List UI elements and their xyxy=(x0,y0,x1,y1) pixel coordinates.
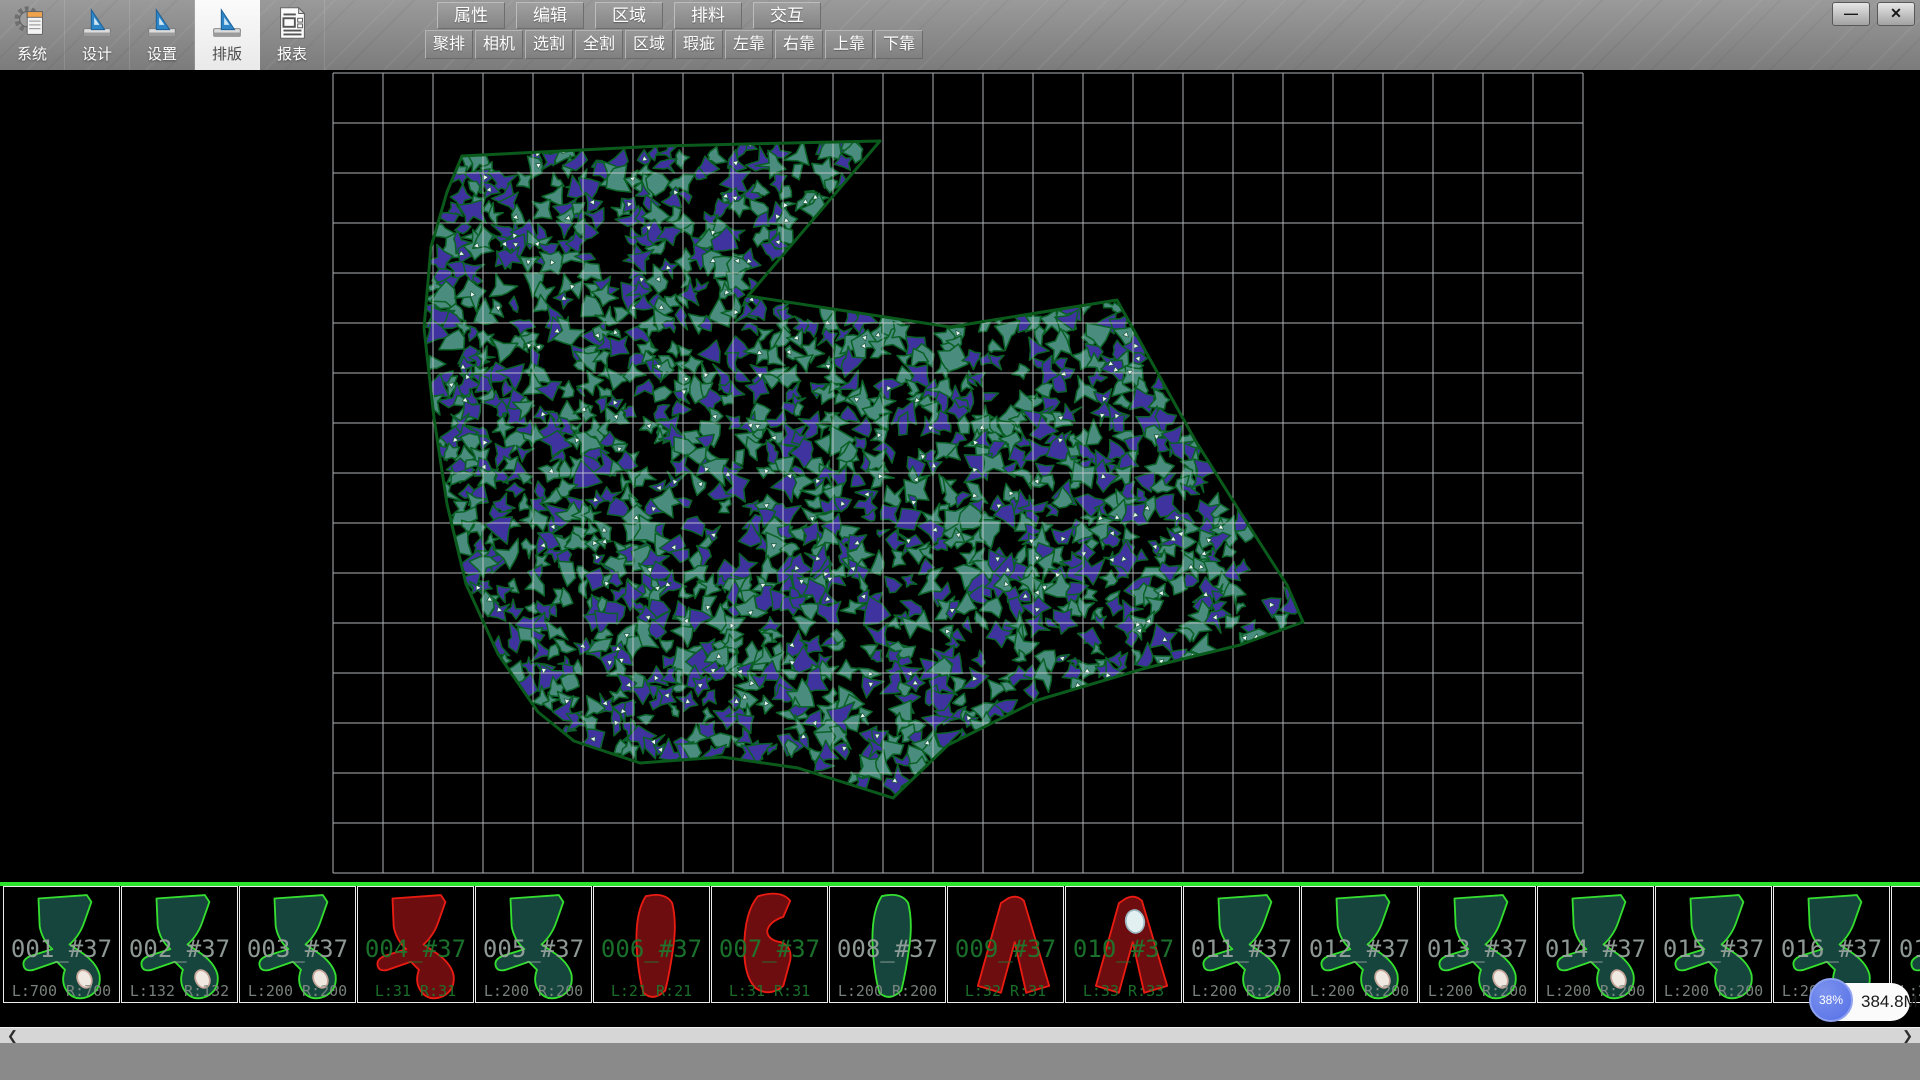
tool-button-camera[interactable]: 相机 xyxy=(475,30,523,59)
piece-thumbnail[interactable]: 005_#37 L:200 R:200 xyxy=(475,886,592,1003)
mode-button-report[interactable]: 报表 xyxy=(260,0,325,70)
piece-thumbnail[interactable]: 007_#37 L:31 R:31 xyxy=(711,886,828,1003)
piece-id: 002_#37 xyxy=(122,935,237,963)
piece-thumbnail[interactable]: 009_#37 L:32 R:31 xyxy=(947,886,1064,1003)
tool-button-select-cut[interactable]: 选割 xyxy=(525,30,573,59)
window-controls: — ✕ xyxy=(1832,2,1915,26)
mode-label-layout: 排版 xyxy=(212,43,242,64)
mode-label-system: 系统 xyxy=(17,43,47,64)
piece-lr-count: L:200 R:200 xyxy=(1302,982,1417,1000)
mode-button-settings[interactable]: 设置 xyxy=(130,0,195,70)
mode-button-design[interactable]: 设计 xyxy=(65,0,130,70)
tool-button-snap-left[interactable]: 左靠 xyxy=(725,30,773,59)
tool-button-region[interactable]: 区域 xyxy=(625,30,673,59)
piece-lr-count: L:31 R:31 xyxy=(358,982,473,1000)
piece-thumbnail[interactable]: 010_#37 L:33 R:33 xyxy=(1065,886,1182,1003)
piece-id: 001_#37 xyxy=(4,935,119,963)
menu-button-interact[interactable]: 交互 xyxy=(753,2,821,29)
tool-button-cut-all[interactable]: 全割 xyxy=(575,30,623,59)
piece-thumbnail[interactable]: 012_#37 L:200 R:200 xyxy=(1301,886,1418,1003)
piece-id: 008_#37 xyxy=(830,935,945,963)
piece-lr-count: L:200 R:200 xyxy=(1184,982,1299,1000)
piece-thumbnail[interactable]: 011_#37 L:200 R:200 xyxy=(1183,886,1300,1003)
minimize-button[interactable]: — xyxy=(1832,2,1870,26)
report-icon xyxy=(273,3,311,43)
memory-badge: 38% 384.8M xyxy=(1812,983,1910,1021)
piece-lr-count: L:32 R:31 xyxy=(948,982,1063,1000)
mode-label-report: 报表 xyxy=(277,43,307,64)
mode-button-layout[interactable]: 排版 xyxy=(195,0,260,70)
menu-button-edit[interactable]: 编辑 xyxy=(516,2,584,29)
horizontal-scrollbar[interactable]: ❮ ❯ xyxy=(0,1027,1920,1043)
piece-id: 012_#37 xyxy=(1302,935,1417,963)
piece-thumbnail[interactable]: 015_#37 L:200 R:200 xyxy=(1655,886,1772,1003)
piece-thumbnail[interactable]: 002_#37 L:132 R:132 xyxy=(121,886,238,1003)
menu-row: 属性编辑区域排料交互 xyxy=(437,2,821,29)
piece-thumbnail[interactable]: 004_#37 L:31 R:31 xyxy=(357,886,474,1003)
tool-button-snap-right[interactable]: 右靠 xyxy=(775,30,823,59)
piece-id: 007_#37 xyxy=(712,935,827,963)
piece-thumbnail[interactable]: 003_#37 L:200 R:200 xyxy=(239,886,356,1003)
piece-lr-count: L:132 R:132 xyxy=(122,982,237,1000)
piece-thumbnail[interactable]: 008_#37 L:200 R:200 xyxy=(829,886,946,1003)
piece-lr-count: L:200 R:200 xyxy=(830,982,945,1000)
piece-id: 006_#37 xyxy=(594,935,709,963)
piece-id: 003_#37 xyxy=(240,935,355,963)
piece-lr-count: L:21 R:21 xyxy=(594,982,709,1000)
piece-lr-count: L:200 R:200 xyxy=(1656,982,1771,1000)
menu-button-nesting[interactable]: 排料 xyxy=(674,2,742,29)
piece-lr-count: L:33 R:33 xyxy=(1066,982,1181,1000)
piece-lr-count: L:31 R:31 xyxy=(712,982,827,1000)
set-square-icon xyxy=(78,3,116,43)
tool-button-snap-top[interactable]: 上靠 xyxy=(825,30,873,59)
titlebar: 系统 设计 设置 排版 报表 属性编辑区域排料交互 聚排相机选割全割区域瑕疵左靠… xyxy=(0,0,1920,70)
piece-id: 014_#37 xyxy=(1538,935,1653,963)
tool-button-cluster-nest[interactable]: 聚排 xyxy=(425,30,473,59)
piece-id: 016_#37 xyxy=(1774,935,1889,963)
piece-lr-count: L:200 R:200 xyxy=(1538,982,1653,1000)
menu-button-region[interactable]: 区域 xyxy=(595,2,663,29)
mode-buttons: 系统 设计 设置 排版 报表 xyxy=(0,0,325,70)
set-square-icon xyxy=(143,3,181,43)
piece-thumbnail[interactable]: 001_#37 L:700 R:700 xyxy=(3,886,120,1003)
piece-thumbnail[interactable]: 006_#37 L:21 R:21 xyxy=(593,886,710,1003)
progress-circle: 38% xyxy=(1809,978,1853,1022)
set-square-icon xyxy=(208,3,246,43)
app-window: 系统 设计 设置 排版 报表 属性编辑区域排料交互 聚排相机选割全割区域瑕疵左靠… xyxy=(0,0,1920,1080)
piece-thumbnail[interactable]: 013_#37 L:200 R:200 xyxy=(1419,886,1536,1003)
piece-id: 004_#37 xyxy=(358,935,473,963)
nesting-canvas-svg[interactable] xyxy=(0,70,1920,882)
system-icon xyxy=(13,3,51,43)
piece-id: 017_#37 xyxy=(1892,935,1920,963)
mode-label-design: 设计 xyxy=(82,43,112,64)
piece-lr-count: L:200 R:200 xyxy=(476,982,591,1000)
piece-id: 010_#37 xyxy=(1066,935,1181,963)
piece-id: 013_#37 xyxy=(1420,935,1535,963)
piece-thumbnail[interactable]: 014_#37 L:200 R:200 xyxy=(1537,886,1654,1003)
status-footer xyxy=(0,1043,1920,1080)
nesting-canvas[interactable] xyxy=(0,70,1920,882)
scroll-left-arrow[interactable]: ❮ xyxy=(7,1028,18,1044)
piece-filmstrip: 001_#37 L:700 R:700 002_#37 L:132 R:132 … xyxy=(0,882,1920,1006)
piece-id: 009_#37 xyxy=(948,935,1063,963)
menu-button-properties[interactable]: 属性 xyxy=(437,2,505,29)
close-button[interactable]: ✕ xyxy=(1877,2,1915,26)
tool-button-snap-bottom[interactable]: 下靠 xyxy=(875,30,923,59)
tool-row: 聚排相机选割全割区域瑕疵左靠右靠上靠下靠 xyxy=(425,30,923,59)
piece-lr-count: L:200 R:200 xyxy=(1420,982,1535,1000)
piece-lr-count: L:200 R:200 xyxy=(240,982,355,1000)
mode-label-settings: 设置 xyxy=(147,43,177,64)
piece-id: 011_#37 xyxy=(1184,935,1299,963)
piece-id: 015_#37 xyxy=(1656,935,1771,963)
tool-button-defect[interactable]: 瑕疵 xyxy=(675,30,723,59)
memory-value: 384.8M xyxy=(1861,992,1918,1012)
piece-lr-count: L:700 R:700 xyxy=(4,982,119,1000)
scroll-right-arrow[interactable]: ❯ xyxy=(1902,1028,1913,1044)
mode-button-system[interactable]: 系统 xyxy=(0,0,65,70)
piece-id: 005_#37 xyxy=(476,935,591,963)
